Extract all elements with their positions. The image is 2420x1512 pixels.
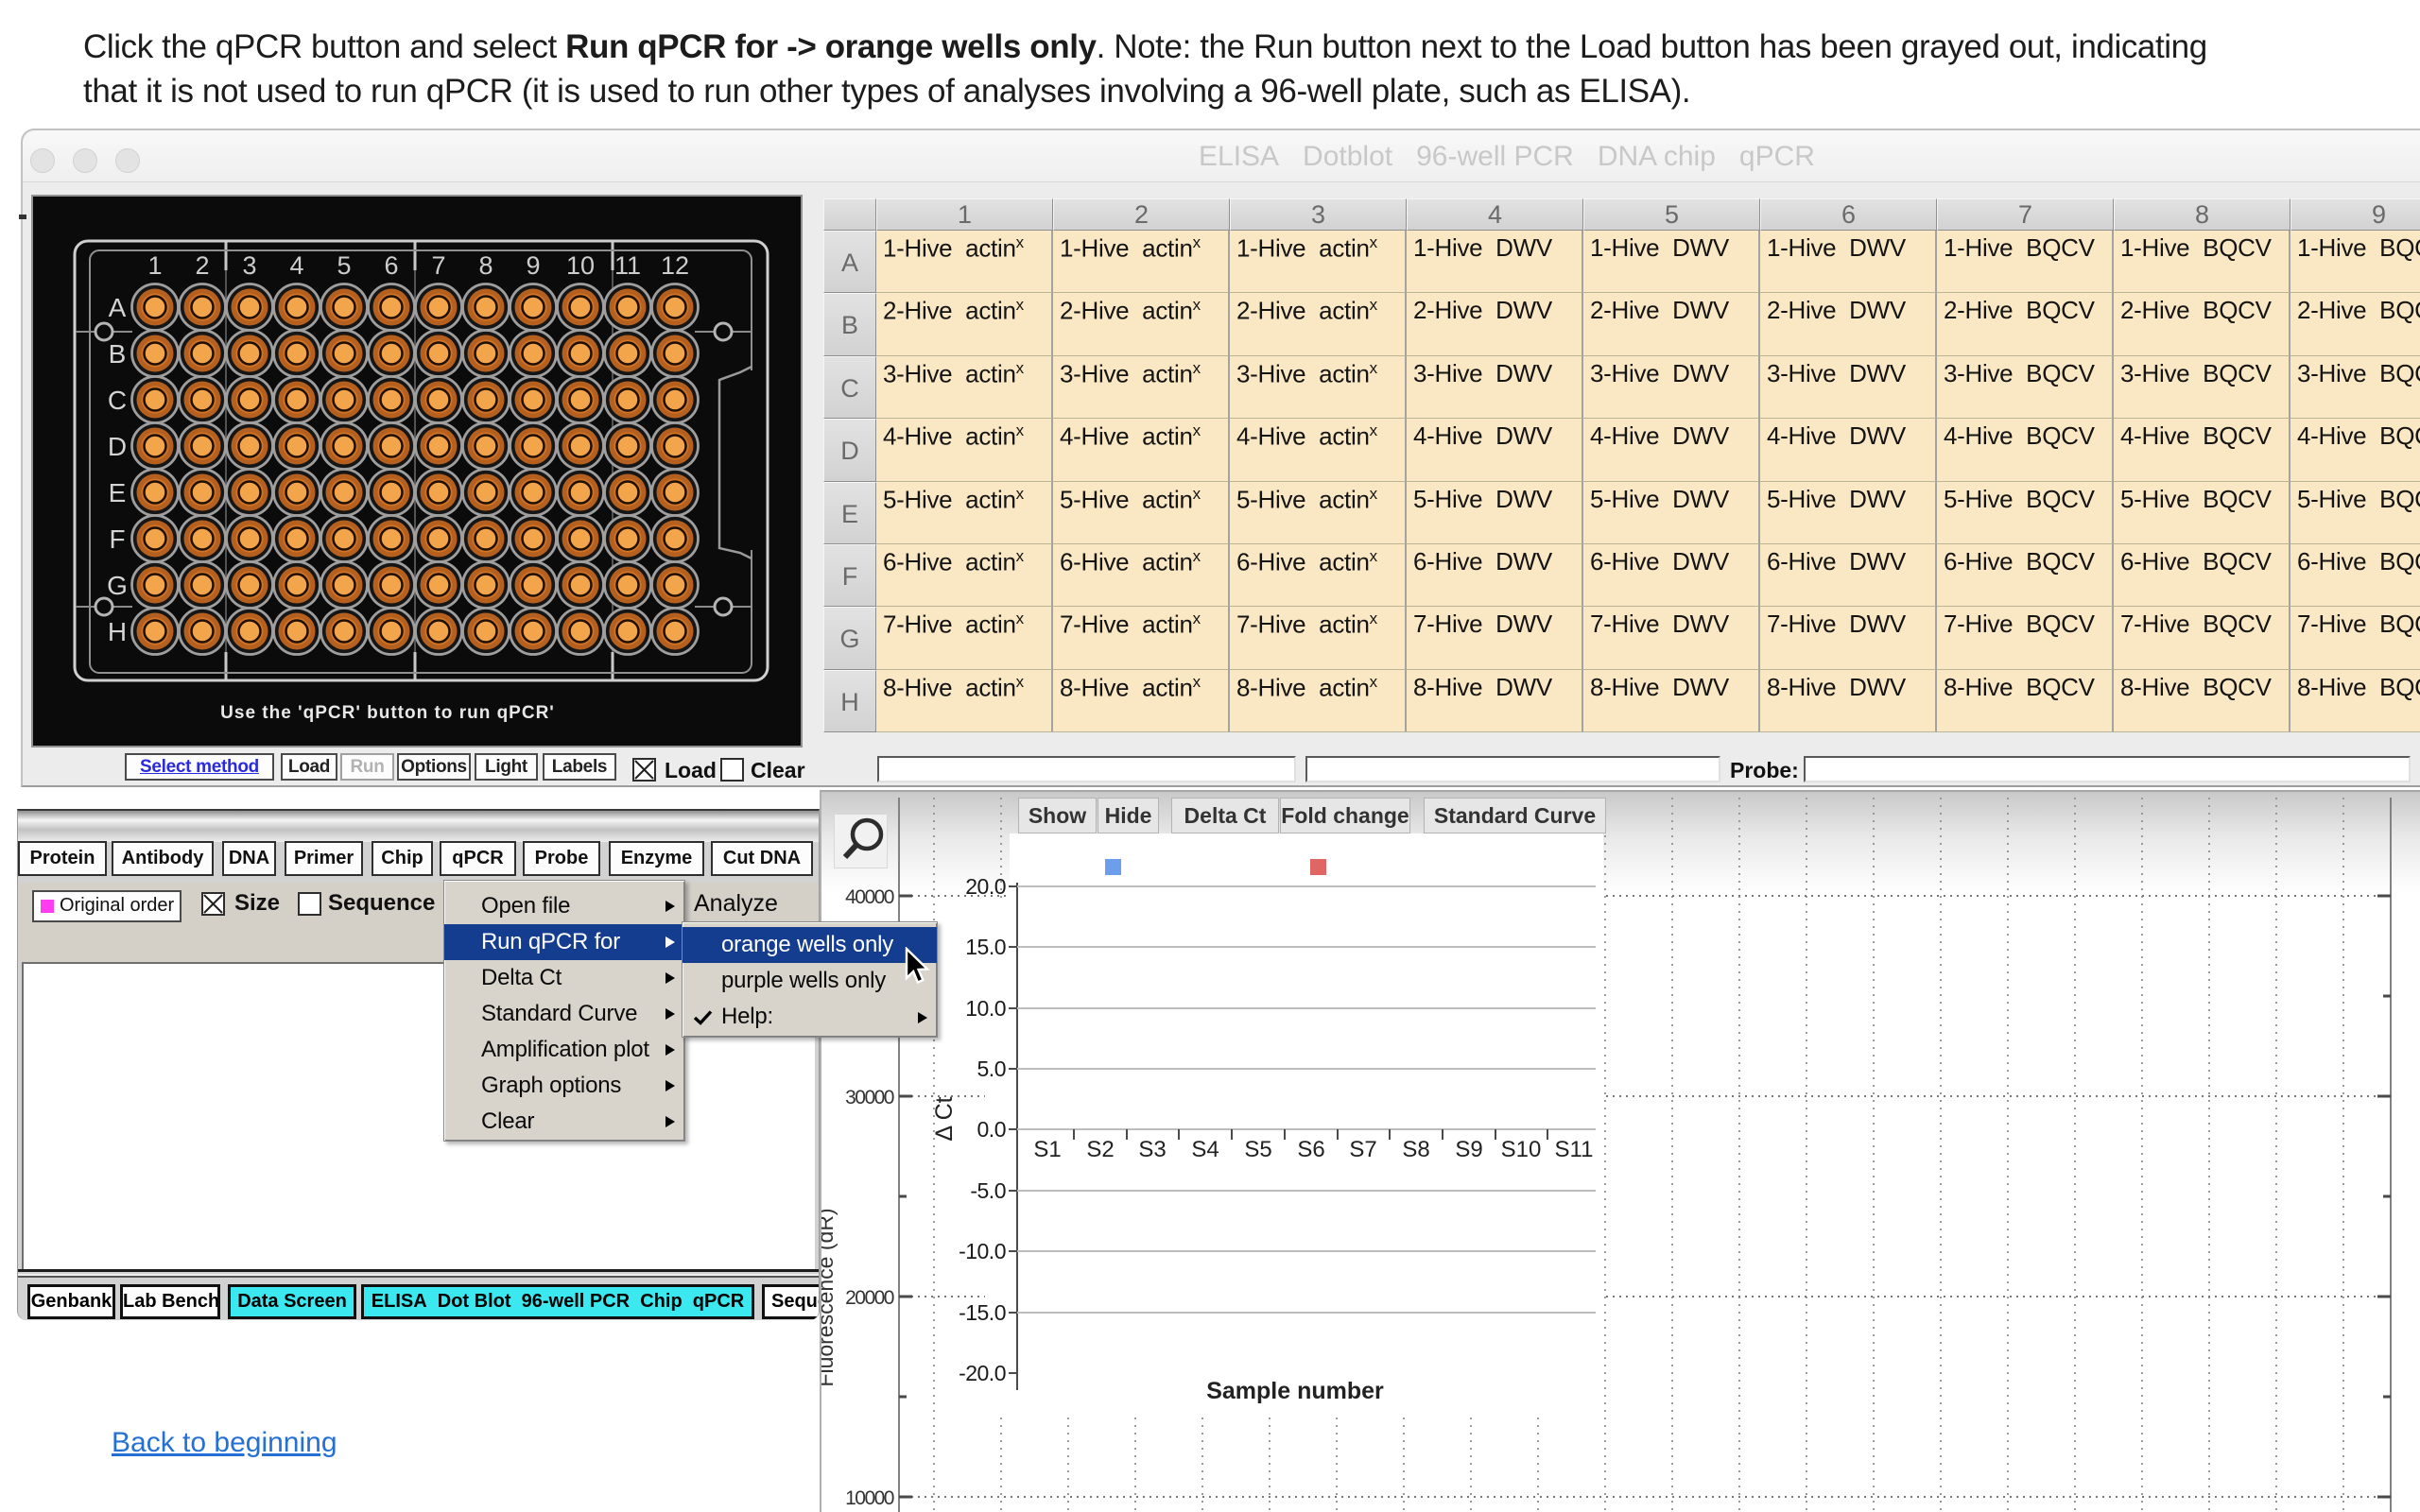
svg-text:B: B: [109, 339, 127, 369]
svg-text:20000: 20000: [845, 1287, 894, 1309]
svg-text:20.0: 20.0: [965, 874, 1006, 899]
svg-text:S7: S7: [1349, 1137, 1376, 1162]
svg-text:4: 4: [289, 251, 303, 280]
svg-text:8: 8: [478, 251, 493, 280]
svg-text:-10.0: -10.0: [959, 1239, 1006, 1263]
svg-text:H: H: [108, 617, 127, 646]
svg-text:-5.0: -5.0: [970, 1178, 1006, 1203]
svg-text:S6: S6: [1297, 1137, 1324, 1162]
svg-text:E: E: [109, 478, 127, 507]
svg-text:Fluorescence (dR): Fluorescence (dR): [821, 1208, 838, 1386]
svg-text:Sample number: Sample number: [1206, 1378, 1384, 1404]
svg-text:6: 6: [384, 251, 398, 280]
svg-text:40000: 40000: [845, 886, 894, 908]
svg-text:S9: S9: [1455, 1137, 1482, 1162]
svg-text:5: 5: [337, 251, 351, 280]
svg-text:10.0: 10.0: [965, 996, 1006, 1021]
svg-text:S10: S10: [1501, 1137, 1542, 1162]
svg-text:S11: S11: [1555, 1137, 1594, 1162]
svg-text:12: 12: [661, 251, 689, 280]
svg-text:-20.0: -20.0: [959, 1361, 1006, 1385]
svg-text:7: 7: [431, 251, 445, 280]
svg-text:15.0: 15.0: [965, 935, 1006, 959]
svg-text:3: 3: [242, 251, 256, 280]
svg-text:S3: S3: [1138, 1137, 1166, 1162]
svg-text:C: C: [108, 386, 127, 415]
svg-text:F: F: [109, 524, 125, 554]
svg-text:0.0: 0.0: [977, 1117, 1006, 1142]
svg-text:G: G: [107, 571, 128, 600]
svg-text:2: 2: [195, 251, 209, 280]
svg-text:Δ Ct: Δ Ct: [931, 1096, 958, 1141]
svg-text:A: A: [109, 293, 127, 322]
svg-text:5.0: 5.0: [977, 1057, 1006, 1081]
svg-text:S2: S2: [1086, 1137, 1114, 1162]
svg-text:30000: 30000: [845, 1087, 894, 1108]
svg-text:9: 9: [526, 251, 540, 280]
svg-text:-15.0: -15.0: [959, 1300, 1006, 1325]
svg-text:1: 1: [147, 251, 162, 280]
svg-text:S4: S4: [1191, 1137, 1219, 1162]
svg-text:10000: 10000: [845, 1487, 894, 1509]
svg-text:S5: S5: [1244, 1137, 1271, 1162]
svg-text:11: 11: [614, 251, 641, 280]
svg-text:10: 10: [566, 251, 595, 280]
svg-text:D: D: [108, 432, 127, 461]
svg-text:S1: S1: [1033, 1137, 1061, 1162]
svg-text:S8: S8: [1402, 1137, 1429, 1162]
svg-text:Use the 'qPCR' button to run q: Use the 'qPCR' button to run qPCR': [220, 703, 555, 723]
